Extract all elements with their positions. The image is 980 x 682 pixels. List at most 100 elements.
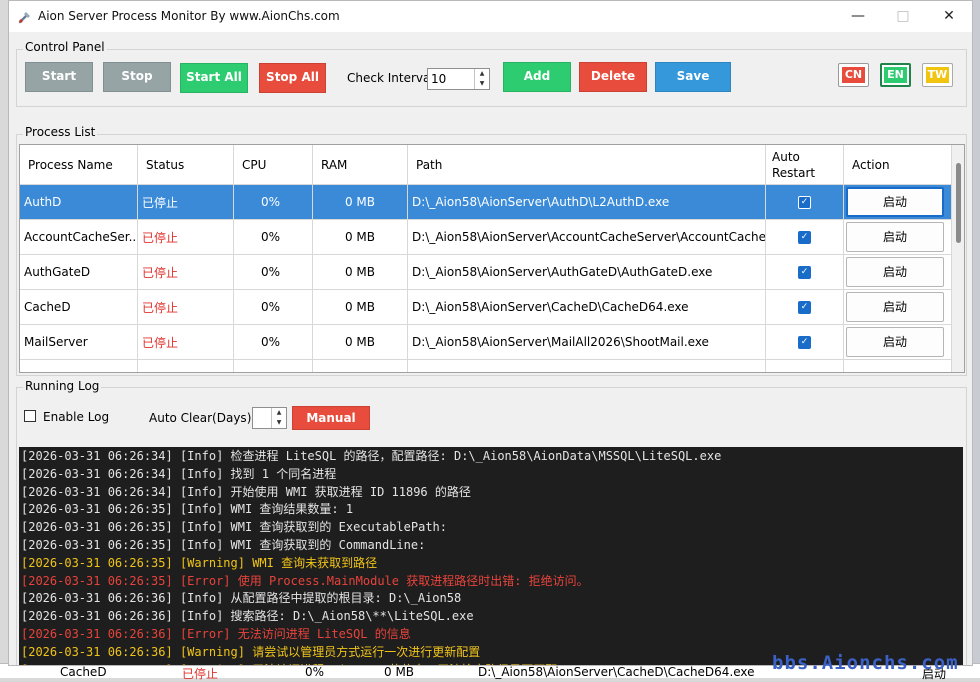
col-cpu[interactable]: CPU	[234, 145, 313, 185]
cell-cpu[interactable]: 0%	[234, 255, 313, 290]
add-button[interactable]: Add	[503, 62, 571, 92]
lang-en-button[interactable]: EN	[880, 63, 911, 87]
col-ram[interactable]: RAM	[313, 145, 408, 185]
table-scrollbar-thumb[interactable]	[956, 163, 961, 243]
spin-up-icon[interactable]: ▲	[475, 69, 489, 79]
check-interval-input[interactable]	[429, 70, 475, 88]
log-line: [2026-03-31 06:26:35] [Info] WMI 查询获取到的 …	[21, 537, 426, 552]
cell-ram[interactable]: 0 MB	[313, 325, 408, 360]
cell-path[interactable]: D:\_Aion58\AionServer\AuthGateD\AuthGate…	[408, 255, 766, 290]
cell-path[interactable]: D:\_Aion58\AionServer\AccountCacheServer…	[408, 220, 766, 255]
cell-status-text: 已停止	[142, 230, 179, 245]
table-row[interactable]: CacheD 已停止 0% 0 MB D:\_Aion58\AionServer\Cac…	[20, 290, 964, 325]
spinner-arrows[interactable]: ▲ ▼	[474, 69, 489, 89]
table-row[interactable]: MailServer 已停止 0% 0 MB D:\_Aion58\AionServer…	[20, 325, 964, 360]
start-process-button[interactable]: 启动	[846, 187, 944, 217]
cell-status-text: 已停止	[142, 195, 179, 210]
log-line: [2026-03-31 06:26:35] [Warning] WMI 查询未获…	[21, 555, 378, 570]
table-row[interactable]: AuthGateD 已停止 0% 0 MB D:\_Aion58\AionServer\…	[20, 255, 964, 290]
col-process-name[interactable]: Process Name	[20, 145, 138, 185]
minimize-button[interactable]: —	[847, 6, 869, 26]
auto-restart-checkbox[interactable]: ✓	[798, 335, 811, 349]
log-line: [2026-03-31 06:26:36] [Error] 无法访问进程 Lit…	[21, 626, 411, 641]
manual-clear-button[interactable]: Manual	[292, 406, 370, 430]
auto-restart-checkbox[interactable]: ✓	[798, 195, 811, 209]
auto-clear-spinner[interactable]: ▲ ▼	[252, 407, 287, 429]
cell-path-text: D:\_Aion58\AionServer\MailAll2026\ShootM…	[412, 335, 709, 349]
stop-button[interactable]: Stop	[103, 62, 171, 92]
check-interval-label: Check Interval	[347, 71, 434, 85]
check-interval-spinner[interactable]: ▲ ▼	[427, 68, 490, 90]
cell-ram[interactable]: 0 MB	[313, 220, 408, 255]
cell-path-empty	[408, 360, 766, 372]
auto-clear-arrows[interactable]: ▲ ▼	[271, 408, 286, 428]
cell-ram-text: 0 MB	[344, 335, 375, 349]
maximize-button[interactable]: □	[892, 6, 914, 26]
cell-status[interactable]: 已停止	[138, 220, 234, 255]
start-all-button[interactable]: Start All	[180, 63, 248, 93]
auto-restart-checkbox[interactable]: ✓	[798, 230, 811, 244]
start-button[interactable]: Start	[25, 62, 93, 92]
auto-restart-checkbox[interactable]: ✓	[798, 265, 811, 279]
cell-process-name[interactable]: AuthD	[20, 185, 138, 220]
cell-status[interactable]: 已停止	[138, 255, 234, 290]
cell-path[interactable]: D:\_Aion58\AionServer\MailAll2026\ShootM…	[408, 325, 766, 360]
cell-cpu-empty	[234, 360, 313, 372]
cell-process-name[interactable]: AccountCacheSer...	[20, 220, 138, 255]
start-process-button[interactable]: 启动	[846, 257, 944, 287]
cell-status[interactable]: 已停止	[138, 290, 234, 325]
cell-process-name-text: MailServer	[24, 335, 88, 349]
cell-path-text: D:\_Aion58\AionServer\CacheD\CacheD64.ex…	[412, 300, 689, 314]
title-bar[interactable]: Aion Server Process Monitor By www.AionC…	[9, 1, 972, 32]
cell-cpu[interactable]: 0%	[234, 290, 313, 325]
log-line: [2026-03-31 06:26:35] [Info] WMI 查询结果数量:…	[21, 502, 354, 517]
cell-auto-restart[interactable]: ✓	[766, 220, 844, 255]
cell-ram[interactable]: 0 MB	[313, 185, 408, 220]
auto-restart-checkbox[interactable]: ✓	[798, 300, 811, 314]
cell-process-name[interactable]: AuthGateD	[20, 255, 138, 290]
col-auto-restart[interactable]: Auto Restart	[766, 145, 844, 185]
cell-process-name-text: AuthGateD	[24, 265, 91, 279]
start-process-button[interactable]: 启动	[846, 222, 944, 252]
lang-cn-button[interactable]: CN	[838, 63, 869, 87]
cell-status[interactable]: 已停止	[138, 325, 234, 360]
window-title: Aion Server Process Monitor By www.AionC…	[38, 9, 340, 23]
cell-status[interactable]: 已停止	[138, 185, 234, 220]
cell-ram[interactable]: 0 MB	[313, 290, 408, 325]
cell-path[interactable]: D:\_Aion58\AionServer\AuthD\L2AuthD.exe	[408, 185, 766, 220]
table-scrollbar[interactable]	[952, 145, 964, 372]
lang-en-label: EN	[884, 67, 907, 83]
enable-log-checkbox[interactable]	[24, 410, 36, 422]
process-table[interactable]: Process Name Status CPU RAM Path Auto Re…	[19, 144, 965, 373]
col-path[interactable]: Path	[408, 145, 766, 185]
cell-cpu[interactable]: 0%	[234, 325, 313, 360]
log-line: [2026-03-31 06:26:36] [Info] 从配置路径中提取的根目…	[21, 591, 462, 606]
cell-process-name[interactable]: MailServer	[20, 325, 138, 360]
col-action[interactable]: Action	[844, 145, 952, 185]
delete-button[interactable]: Delete	[579, 62, 647, 92]
cell-ram-text: 0 MB	[344, 230, 375, 244]
stop-all-button[interactable]: Stop All	[259, 63, 326, 93]
start-process-button[interactable]: 启动	[846, 292, 944, 322]
cell-ram[interactable]: 0 MB	[313, 255, 408, 290]
cell-auto-restart[interactable]: ✓	[766, 185, 844, 220]
start-process-button[interactable]: 启动	[846, 327, 944, 357]
table-row[interactable]: AccountCacheSer... 已停止 0% 0 MB D:\_Aion58\Ai…	[20, 220, 964, 255]
auto-clear-down-icon[interactable]: ▼	[272, 418, 286, 428]
spin-down-icon[interactable]: ▼	[475, 79, 489, 89]
lang-tw-button[interactable]: TW	[922, 63, 953, 87]
close-button[interactable]: ✕	[938, 6, 960, 26]
col-status[interactable]: Status	[138, 145, 234, 185]
table-row[interactable]: AuthD 已停止 0% 0 MB D:\_Aion58\AionServer\Auth…	[20, 185, 964, 220]
cell-cpu[interactable]: 0%	[234, 220, 313, 255]
app-icon	[18, 12, 30, 24]
auto-clear-up-icon[interactable]: ▲	[272, 408, 286, 418]
cell-auto-restart[interactable]: ✓	[766, 290, 844, 325]
save-button[interactable]: Save	[655, 62, 731, 92]
log-output[interactable]: [2026-03-31 06:26:34] [Info] 检查进程 LiteSQ…	[19, 447, 963, 665]
cell-auto-restart[interactable]: ✓	[766, 325, 844, 360]
cell-path[interactable]: D:\_Aion58\AionServer\CacheD\CacheD64.ex…	[408, 290, 766, 325]
cell-cpu[interactable]: 0%	[234, 185, 313, 220]
cell-process-name[interactable]: CacheD	[20, 290, 138, 325]
cell-auto-restart[interactable]: ✓	[766, 255, 844, 290]
